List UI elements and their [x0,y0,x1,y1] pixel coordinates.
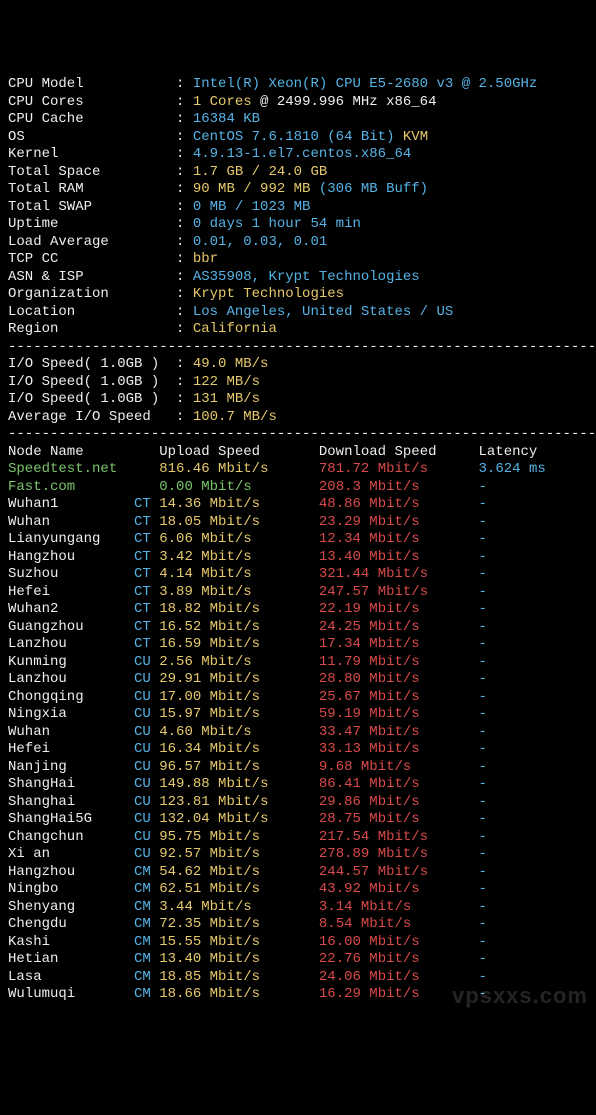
speedtest-row: Guangzhou CT 16.52 Mbit/s 24.25 Mbit/s - [8,619,487,635]
speedtest-row: Wuhan1 CT 14.36 Mbit/s 48.86 Mbit/s - [8,496,487,512]
speedtest-row: Changchun CU 95.75 Mbit/s 217.54 Mbit/s … [8,829,487,845]
speedtest-row: Lanzhou CT 16.59 Mbit/s 17.34 Mbit/s - [8,636,487,652]
speedtest-row: Hetian CM 13.40 Mbit/s 22.76 Mbit/s - [8,951,487,967]
speedtest-row: Hangzhou CM 54.62 Mbit/s 244.57 Mbit/s - [8,864,487,880]
io-row: Average I/O Speed : 100.7 MB/s [8,409,277,425]
io-row: I/O Speed( 1.0GB ) : 122 MB/s [8,374,260,390]
sysinfo-row: Location : Los Angeles, United States / … [8,304,453,320]
sysinfo-row: Load Average : 0.01, 0.03, 0.01 [8,234,327,250]
sysinfo-row: Kernel : 4.9.13-1.el7.centos.x86_64 [8,146,411,162]
speedtest-row: Hangzhou CT 3.42 Mbit/s 13.40 Mbit/s - [8,549,487,565]
sysinfo-row: CPU Model : Intel(R) Xeon(R) CPU E5-2680… [8,76,537,92]
sysinfo-row: CPU Cache : 16384 KB [8,111,260,127]
io-row: I/O Speed( 1.0GB ) : 131 MB/s [8,391,260,407]
speedtest-row: Lasa CM 18.85 Mbit/s 24.06 Mbit/s - [8,969,487,985]
sysinfo-row: TCP CC : bbr [8,251,218,267]
speedtest-row: Chengdu CM 72.35 Mbit/s 8.54 Mbit/s - [8,916,487,932]
speedtest-row: Xi an CU 92.57 Mbit/s 278.89 Mbit/s - [8,846,487,862]
speedtest-header: Node Name Upload Speed Download Speed La… [8,444,537,460]
speedtest-row: Nanjing CU 96.57 Mbit/s 9.68 Mbit/s - [8,759,487,775]
sysinfo-row: Organization : Krypt Technologies [8,286,344,302]
sysinfo-row: Total Space : 1.7 GB / 24.0 GB [8,164,327,180]
io-row: I/O Speed( 1.0GB ) : 49.0 MB/s [8,356,268,372]
sysinfo-row: Total SWAP : 0 MB / 1023 MB [8,199,310,215]
speedtest-row: Lanzhou CU 29.91 Mbit/s 28.80 Mbit/s - [8,671,487,687]
speedtest-row: Wulumuqi CM 18.66 Mbit/s 16.29 Mbit/s - [8,986,487,1002]
speedtest-row: Wuhan CT 18.05 Mbit/s 23.29 Mbit/s - [8,514,487,530]
speedtest-row: Hefei CU 16.34 Mbit/s 33.13 Mbit/s - [8,741,487,757]
speedtest-row: Hefei CT 3.89 Mbit/s 247.57 Mbit/s - [8,584,487,600]
speedtest-row: Kunming CU 2.56 Mbit/s 11.79 Mbit/s - [8,654,487,670]
speedtest-row: Shenyang CM 3.44 Mbit/s 3.14 Mbit/s - [8,899,487,915]
speedtest-row: Ningbo CM 62.51 Mbit/s 43.92 Mbit/s - [8,881,487,897]
speedtest-row: ShangHai5G CU 132.04 Mbit/s 28.75 Mbit/s… [8,811,487,827]
sysinfo-row: Uptime : 0 days 1 hour 54 min [8,216,361,232]
sysinfo-row: OS : CentOS 7.6.1810 (64 Bit) KVM [8,129,428,145]
speedtest-row: Wuhan2 CT 18.82 Mbit/s 22.19 Mbit/s - [8,601,487,617]
speedtest-row: Fast.com 0.00 Mbit/s 208.3 Mbit/s - [8,479,487,495]
speedtest-row: Chongqing CU 17.00 Mbit/s 25.67 Mbit/s - [8,689,487,705]
sysinfo-row: ASN & ISP : AS35908, Krypt Technologies [8,269,420,285]
sysinfo-row: Total RAM : 90 MB / 992 MB (306 MB Buff) [8,181,428,197]
speedtest-row: Speedtest.net 816.46 Mbit/s 781.72 Mbit/… [8,461,546,477]
speedtest-row: Wuhan CU 4.60 Mbit/s 33.47 Mbit/s - [8,724,487,740]
terminal-output: CPU Model : Intel(R) Xeon(R) CPU E5-2680… [8,76,588,1004]
speedtest-row: Ningxia CU 15.97 Mbit/s 59.19 Mbit/s - [8,706,487,722]
sysinfo-row: Region : California [8,321,277,337]
speedtest-row: Kashi CM 15.55 Mbit/s 16.00 Mbit/s - [8,934,487,950]
speedtest-row: Suzhou CT 4.14 Mbit/s 321.44 Mbit/s - [8,566,487,582]
speedtest-row: Lianyungang CT 6.06 Mbit/s 12.34 Mbit/s … [8,531,487,547]
speedtest-row: Shanghai CU 123.81 Mbit/s 29.86 Mbit/s - [8,794,487,810]
sysinfo-row: CPU Cores : 1 Cores @ 2499.996 MHz x86_6… [8,94,437,110]
speedtest-row: ShangHai CU 149.88 Mbit/s 86.41 Mbit/s - [8,776,487,792]
